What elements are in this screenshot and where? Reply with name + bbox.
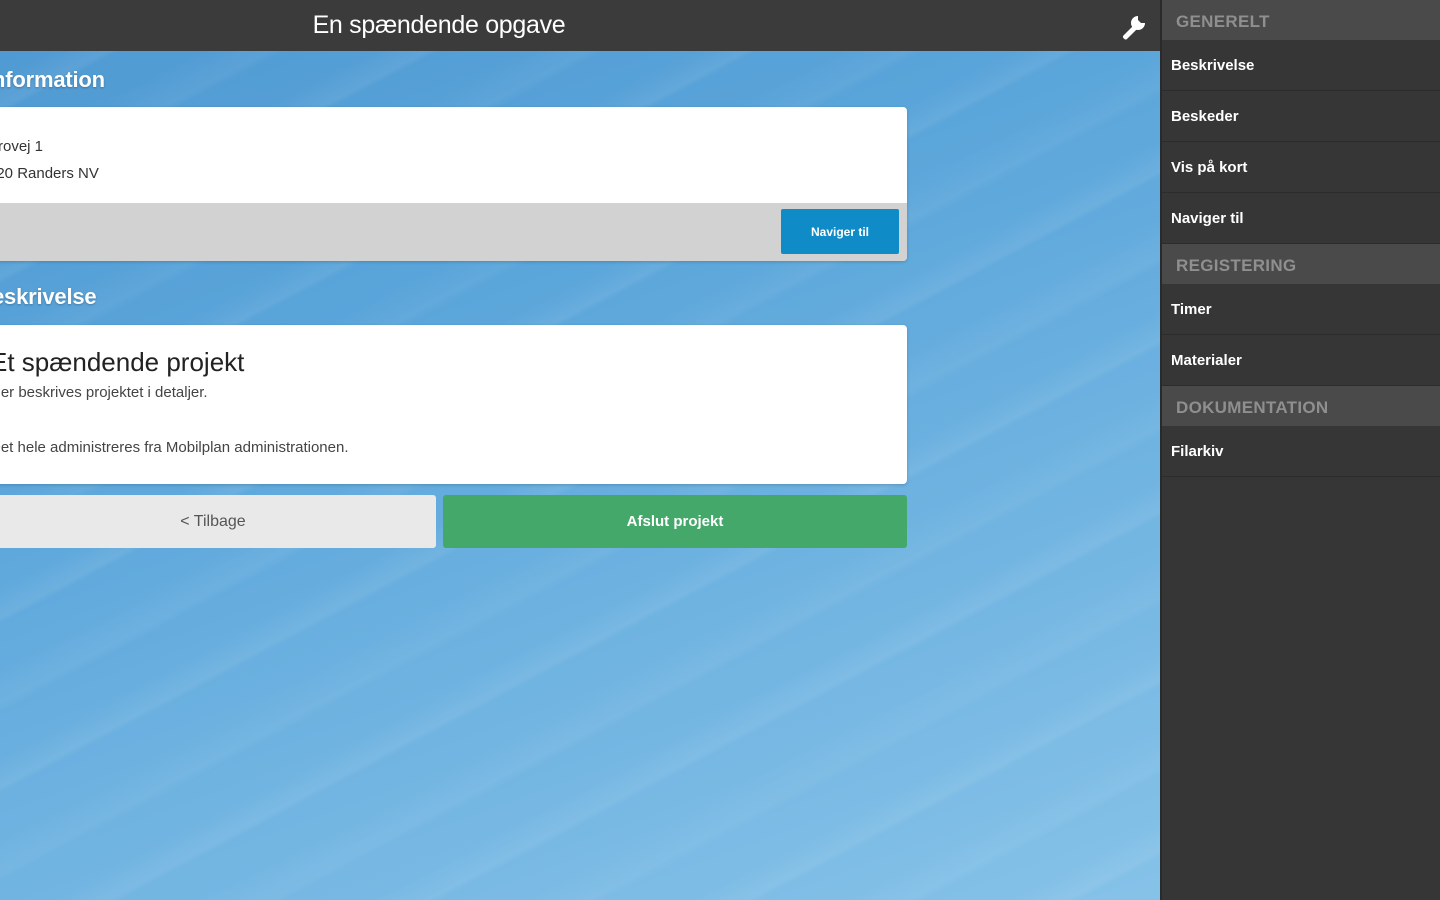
- description-card: Et spændende projekt Her beskrives proje…: [0, 325, 907, 484]
- sidebar-header-documentation: DOKUMENTATION: [1162, 386, 1440, 426]
- sidebar-header-general: GENERELT: [1162, 0, 1440, 40]
- main-content: En spændende opgave nformation Erovej 1 …: [0, 0, 1160, 900]
- address-line-2: 920 Randers NV: [0, 165, 99, 182]
- description-section-title: eskrivelse: [0, 284, 97, 309]
- sidebar-item-navigate[interactable]: Naviger til: [1162, 193, 1440, 244]
- sidebar-item-file-archive[interactable]: Filarkiv: [1162, 426, 1440, 477]
- sidebar: GENERELT Beskrivelse Beskeder Vis på kor…: [1160, 0, 1440, 900]
- information-section-title: nformation: [0, 67, 105, 92]
- top-bar: En spændende opgave: [0, 0, 1160, 51]
- page-title: En spændende opgave: [312, 11, 566, 39]
- address-block: Erovej 1 920 Randers NV: [0, 107, 907, 203]
- sidebar-item-hours[interactable]: Timer: [1162, 284, 1440, 335]
- finish-project-button[interactable]: Afslut projekt: [443, 495, 907, 548]
- sidebar-header-registration: REGISTERING: [1162, 244, 1440, 284]
- wrench-icon[interactable]: [1117, 10, 1151, 44]
- sidebar-item-materials[interactable]: Materialer: [1162, 335, 1440, 386]
- address-line-1: Erovej 1: [0, 138, 44, 155]
- description-line-2: Det hele administreres fra Mobilplan adm…: [0, 439, 349, 456]
- sidebar-item-description[interactable]: Beskrivelse: [1162, 40, 1440, 91]
- back-button[interactable]: < Tilbage: [0, 495, 436, 548]
- sidebar-item-messages[interactable]: Beskeder: [1162, 91, 1440, 142]
- information-card-footer: Naviger til: [0, 203, 907, 261]
- description-line-1: Her beskrives projektet i detaljer.: [0, 384, 208, 401]
- navigate-button[interactable]: Naviger til: [781, 209, 899, 254]
- information-card: Erovej 1 920 Randers NV Naviger til: [0, 107, 907, 261]
- sidebar-item-show-on-map[interactable]: Vis på kort: [1162, 142, 1440, 193]
- project-heading: Et spændende projekt: [0, 347, 245, 377]
